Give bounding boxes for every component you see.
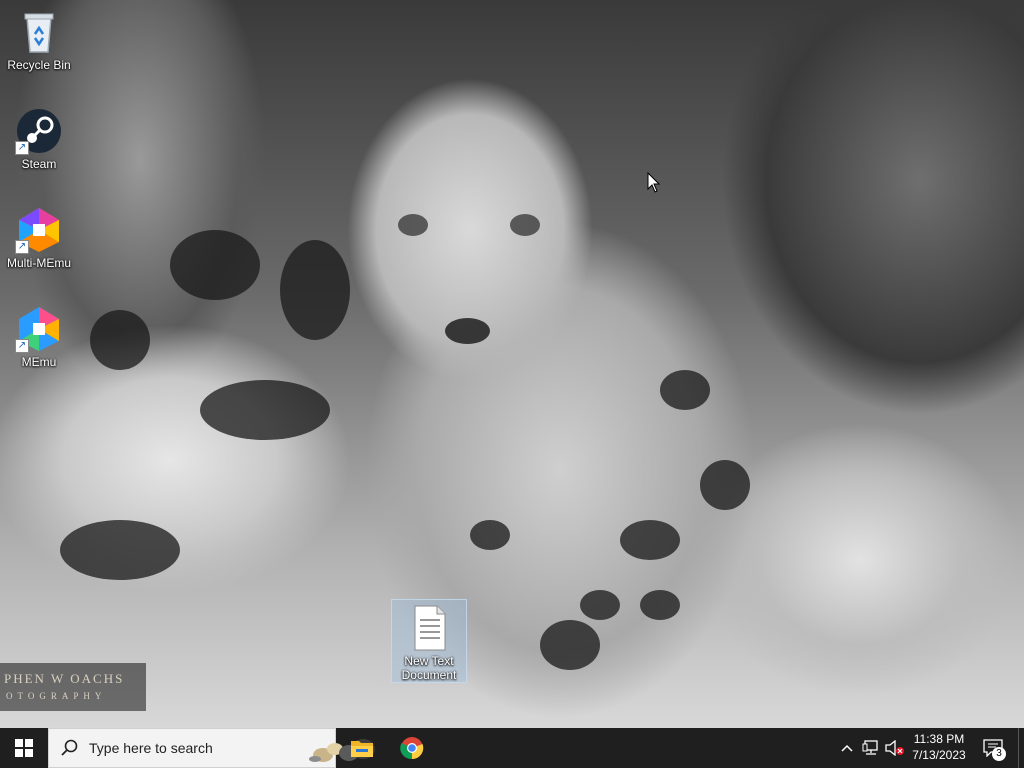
action-center-button[interactable]: 3 [978, 728, 1008, 768]
desktop-icon-recycle-bin[interactable]: Recycle Bin [1, 8, 77, 72]
shortcut-arrow-icon: ↗ [15, 339, 29, 353]
network-tray-button[interactable] [860, 728, 882, 768]
notification-count-badge: 3 [992, 747, 1006, 761]
volume-tray-button[interactable] [884, 728, 906, 768]
watermark-line1: PHEN W OACHS [4, 671, 125, 686]
watermark-line2: OTOGRAPHY [6, 691, 107, 701]
wallpaper-spot [540, 620, 600, 670]
file-explorer-icon [351, 741, 373, 757]
multi-memu-icon: ↗ [15, 206, 63, 254]
search-icon [61, 739, 78, 756]
chevron-up-icon [841, 744, 853, 752]
shortcut-arrow-icon: ↗ [15, 141, 29, 155]
taskbar-file-explorer[interactable] [338, 728, 386, 768]
desktop-icon-new-text-document[interactable]: New Text Document [391, 599, 467, 683]
chrome-icon [400, 737, 424, 760]
wallpaper-spot [510, 214, 540, 236]
wallpaper-spot [200, 380, 330, 440]
wallpaper-spot [470, 520, 510, 550]
wallpaper-spot [640, 590, 680, 620]
wallpaper-spot [398, 214, 428, 236]
desktop-icon-memu[interactable]: ↗ MEmu [1, 305, 77, 369]
start-button[interactable] [0, 728, 48, 768]
memu-icon: ↗ [15, 305, 63, 353]
desktop-icon-label: Steam [21, 157, 57, 171]
desktop-icon-label: Multi-MEmu [6, 256, 71, 270]
wallpaper-spot [445, 318, 490, 344]
wallpaper-spot [660, 370, 710, 410]
wallpaper-spot [700, 460, 750, 510]
desktop-icon-label: MEmu [21, 355, 57, 369]
mouse-cursor-icon [647, 172, 661, 193]
wallpaper-spot [90, 310, 150, 370]
wallpaper-spot [60, 520, 180, 580]
wallpaper-spot [280, 240, 350, 340]
desktop-icon-label: Recycle Bin [7, 58, 71, 72]
recycle-bin-icon [15, 8, 63, 56]
desktop-icon-steam[interactable]: ↗ Steam [1, 107, 77, 171]
taskbar-search-box[interactable]: Type here to search [48, 728, 375, 768]
taskbar-chrome[interactable] [388, 728, 436, 768]
search-placeholder: Type here to search [89, 740, 213, 756]
desktop-icon-label: New Text Document [401, 654, 457, 682]
clock-date: 7/13/2023 [912, 748, 966, 762]
desktop-icon-multi-memu[interactable]: ↗ Multi-MEmu [1, 206, 77, 270]
photographer-watermark: PHEN W OACHS OTOGRAPHY [0, 663, 146, 711]
show-desktop-button[interactable] [1018, 728, 1024, 768]
wallpaper-spot [170, 230, 260, 300]
windows-logo-icon [15, 739, 33, 757]
text-document-icon [405, 604, 453, 652]
taskbar: Type here to search 11:38 PM 7/13/2023 3 [0, 728, 1024, 768]
steam-icon: ↗ [15, 107, 63, 155]
shortcut-arrow-icon: ↗ [15, 240, 29, 254]
network-icon [862, 740, 878, 755]
taskbar-clock[interactable]: 11:38 PM 7/13/2023 [906, 731, 972, 763]
show-hidden-icons-button[interactable] [836, 728, 858, 768]
desktop: PHEN W OACHS OTOGRAPHY Recycle Bin ↗ Ste… [0, 0, 1024, 728]
wallpaper-spot [620, 520, 680, 560]
clock-time: 11:38 PM [913, 732, 965, 746]
volume-muted-icon [885, 740, 904, 756]
wallpaper-spot [580, 590, 620, 620]
